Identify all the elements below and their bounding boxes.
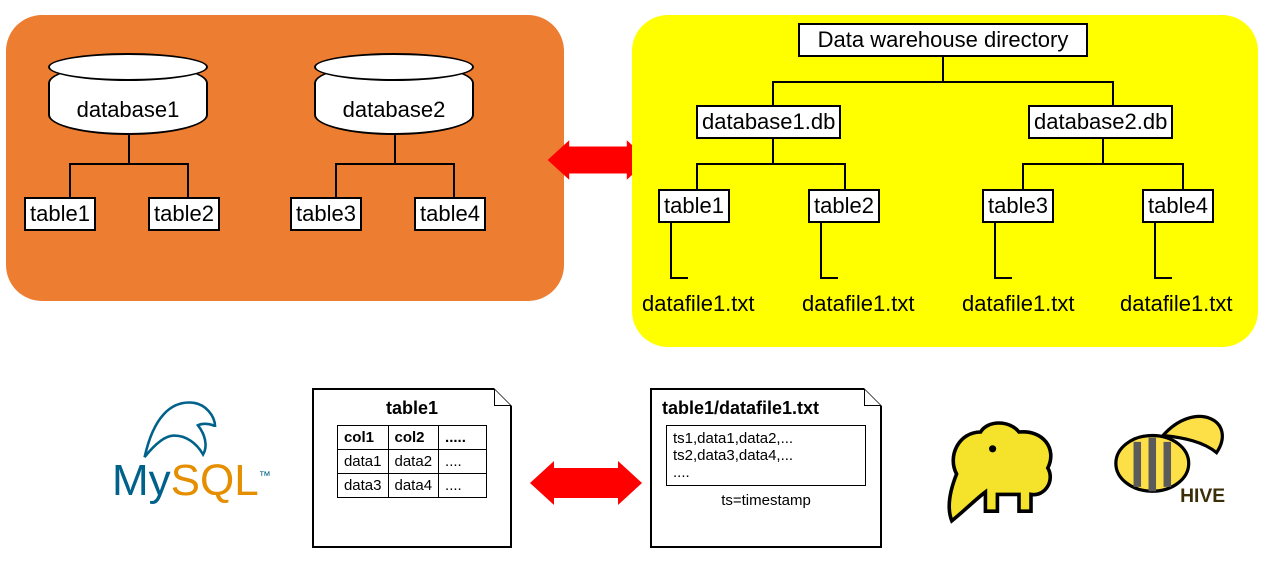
connector bbox=[69, 163, 71, 197]
datafile-label: datafile1.txt bbox=[802, 291, 915, 317]
col-header: col2 bbox=[388, 426, 439, 450]
mysql-table: col1 col2 ..... data1 data2 .... data3 d… bbox=[337, 425, 487, 498]
connector bbox=[1102, 139, 1104, 163]
table-box: table2 bbox=[808, 189, 880, 223]
connector bbox=[1182, 163, 1184, 189]
connector bbox=[1112, 81, 1114, 105]
cell: .... bbox=[439, 450, 487, 474]
connector bbox=[394, 135, 396, 163]
connector bbox=[69, 163, 189, 165]
cell: data2 bbox=[388, 450, 439, 474]
hive-bee-icon: HIVE bbox=[1088, 398, 1238, 518]
db-cylinder-1: database1 bbox=[48, 63, 208, 135]
connector bbox=[128, 135, 130, 163]
table-box: table4 bbox=[414, 197, 486, 231]
connector bbox=[994, 223, 996, 277]
page-fold-icon bbox=[495, 390, 510, 405]
mysql-tm: ™ bbox=[259, 468, 271, 482]
mysql-sql: SQL bbox=[171, 456, 259, 505]
connector bbox=[670, 277, 688, 279]
mysql-table-doc: table1 col1 col2 ..... data1 data2 .... … bbox=[312, 388, 512, 548]
double-arrow-icon bbox=[550, 468, 622, 498]
datafile-label: datafile1.txt bbox=[642, 291, 755, 317]
file-line: .... bbox=[673, 464, 859, 481]
col-header: col1 bbox=[337, 426, 388, 450]
warehouse-root: Data warehouse directory bbox=[798, 23, 1088, 57]
warehouse-panel: Data warehouse directory database1.db da… bbox=[632, 15, 1258, 347]
db2-label: database2 bbox=[316, 97, 472, 123]
connector bbox=[1022, 163, 1184, 165]
connector bbox=[772, 81, 1114, 83]
connector bbox=[696, 163, 846, 165]
db-cylinder-2: database2 bbox=[314, 63, 474, 135]
table-box: table2 bbox=[148, 197, 220, 231]
svg-text:HIVE: HIVE bbox=[1180, 486, 1225, 507]
hadoop-elephant-icon bbox=[920, 408, 1070, 528]
table-box: table3 bbox=[982, 189, 1054, 223]
db-dir-1: database1.db bbox=[696, 105, 841, 139]
hive-doc-title: table1/datafile1.txt bbox=[662, 398, 880, 419]
connector bbox=[453, 163, 455, 197]
db1-label: database1 bbox=[50, 97, 206, 123]
table-box: table1 bbox=[24, 197, 96, 231]
connector bbox=[1154, 223, 1156, 277]
mysql-panel: database1 table1 table2 database2 table3… bbox=[6, 15, 564, 301]
hive-doc-content: ts1,data1,data2,... ts2,data3,data4,... … bbox=[666, 425, 866, 486]
mysql-doc-title: table1 bbox=[314, 398, 510, 419]
datafile-label: datafile1.txt bbox=[962, 291, 1075, 317]
double-arrow-icon bbox=[566, 147, 631, 174]
file-line: ts1,data1,data2,... bbox=[673, 430, 859, 447]
table-box: table1 bbox=[658, 189, 730, 223]
cell: data1 bbox=[337, 450, 388, 474]
cell: .... bbox=[439, 474, 487, 498]
connector bbox=[335, 163, 337, 197]
connector bbox=[820, 277, 838, 279]
table-box: table4 bbox=[1142, 189, 1214, 223]
mysql-logo: MySQL™ bbox=[112, 456, 271, 506]
connector bbox=[1022, 163, 1024, 189]
file-line: ts2,data3,data4,... bbox=[673, 447, 859, 464]
connector bbox=[335, 163, 455, 165]
connector bbox=[696, 163, 698, 189]
connector bbox=[820, 223, 822, 277]
cell: data4 bbox=[388, 474, 439, 498]
connector bbox=[942, 57, 944, 81]
connector bbox=[772, 81, 774, 105]
hive-datafile-doc: table1/datafile1.txt ts1,data1,data2,...… bbox=[650, 388, 882, 548]
db-dir-2: database2.db bbox=[1028, 105, 1173, 139]
connector bbox=[670, 223, 672, 277]
datafile-label: datafile1.txt bbox=[1120, 291, 1233, 317]
page-fold-icon bbox=[865, 390, 880, 405]
table-box: table3 bbox=[290, 197, 362, 231]
cell: data3 bbox=[337, 474, 388, 498]
connector bbox=[844, 163, 846, 189]
timestamp-note: ts=timestamp bbox=[652, 492, 880, 509]
mysql-my: My bbox=[112, 456, 171, 505]
connector bbox=[1154, 277, 1172, 279]
connector bbox=[187, 163, 189, 197]
col-header: ..... bbox=[439, 426, 487, 450]
connector bbox=[772, 139, 774, 163]
connector bbox=[994, 277, 1012, 279]
